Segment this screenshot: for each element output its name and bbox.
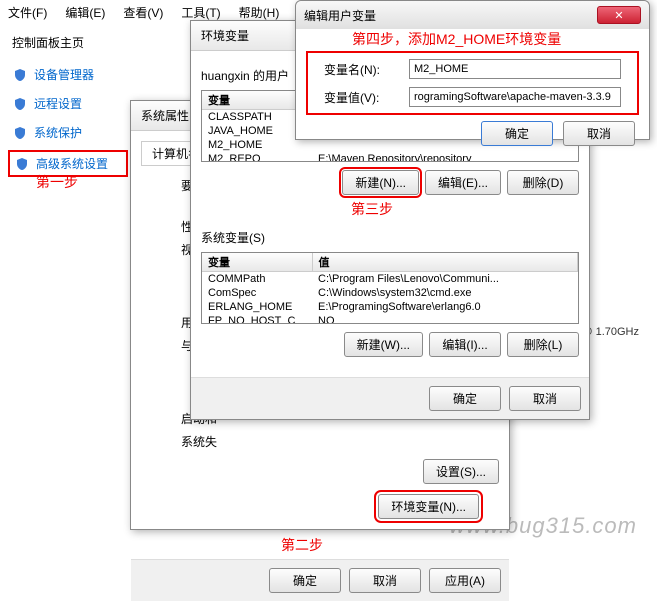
sys-vars-table[interactable]: 变量值 COMMPathC:\Program Files\Lenovo\Comm…	[201, 252, 579, 324]
sidebar-item-label: 远程设置	[34, 95, 82, 112]
col-var: 变量	[202, 253, 312, 272]
table-row: FP_NO_HOST_CNO	[202, 314, 578, 324]
edit-user-var-dialog: 编辑用户变量 ✕ 第四步，添加M2_HOME环境变量 变量名(N): 变量值(V…	[295, 0, 650, 140]
shield-icon	[14, 156, 30, 172]
var-value-label: 变量值(V):	[324, 89, 399, 106]
table-row: ComSpecC:\Windows\system32\cmd.exe	[202, 286, 578, 300]
new-sys-var-button[interactable]: 新建(W)...	[344, 332, 423, 357]
table-row: ERLANG_HOMEE:\ProgramingSoftware\erlang6…	[202, 300, 578, 314]
cancel-button[interactable]: 取消	[563, 121, 635, 146]
sidebar-item-label: 高级系统设置	[36, 155, 108, 172]
apply-button[interactable]: 应用(A)	[429, 568, 501, 593]
sidebar: 控制面板主页 设备管理器 远程设置 系统保护 高级系统设置	[8, 30, 128, 183]
ok-button[interactable]: 确定	[429, 386, 501, 411]
close-button[interactable]: ✕	[597, 6, 641, 24]
menu-tools[interactable]: 工具(T)	[181, 4, 220, 21]
sidebar-item-protection[interactable]: 系统保护	[8, 121, 128, 144]
label: 系统失	[141, 430, 499, 453]
delete-sys-var-button[interactable]: 删除(L)	[507, 332, 579, 357]
sidebar-item-device-manager[interactable]: 设备管理器	[8, 63, 128, 86]
sys-vars-label: 系统变量(S)	[201, 229, 579, 246]
ok-button[interactable]: 确定	[481, 121, 553, 146]
var-name-label: 变量名(N):	[324, 61, 399, 78]
sidebar-item-remote[interactable]: 远程设置	[8, 92, 128, 115]
table-row: COMMPathC:\Program Files\Lenovo\Communi.…	[202, 272, 578, 287]
annotation-step1: 第一步	[36, 172, 78, 192]
menu-view[interactable]: 查看(V)	[123, 4, 163, 21]
shield-icon	[12, 67, 28, 83]
shield-icon	[12, 125, 28, 141]
sidebar-title: 控制面板主页	[8, 30, 128, 55]
edit-user-var-button[interactable]: 编辑(E)...	[425, 170, 501, 195]
sidebar-item-label: 系统保护	[34, 124, 82, 141]
sidebar-item-label: 设备管理器	[34, 66, 94, 83]
annotation-step4: 第四步，添加M2_HOME环境变量	[352, 29, 561, 49]
annotation-step2: 第二步	[281, 535, 639, 555]
col-val: 值	[312, 253, 578, 272]
delete-user-var-button[interactable]: 删除(D)	[507, 170, 579, 195]
settings-button[interactable]: 设置(S)...	[423, 459, 499, 484]
edit-sys-var-button[interactable]: 编辑(I)...	[429, 332, 501, 357]
annotation-step3: 第三步	[351, 199, 657, 219]
menu-file[interactable]: 文件(F)	[8, 4, 47, 21]
menu-edit[interactable]: 编辑(E)	[65, 4, 105, 21]
menu-help[interactable]: 帮助(H)	[239, 4, 280, 21]
dialog-title: 编辑用户变量	[304, 7, 376, 24]
env-vars-button[interactable]: 环境变量(N)...	[378, 494, 479, 519]
cpu-info: @ 1.70GHz	[581, 326, 639, 338]
cancel-button[interactable]: 取消	[509, 386, 581, 411]
cancel-button[interactable]: 取消	[349, 568, 421, 593]
new-user-var-button[interactable]: 新建(N)...	[342, 170, 419, 195]
var-name-input[interactable]	[409, 59, 621, 79]
var-value-input[interactable]	[409, 87, 621, 107]
ok-button[interactable]: 确定	[269, 568, 341, 593]
shield-icon	[12, 96, 28, 112]
